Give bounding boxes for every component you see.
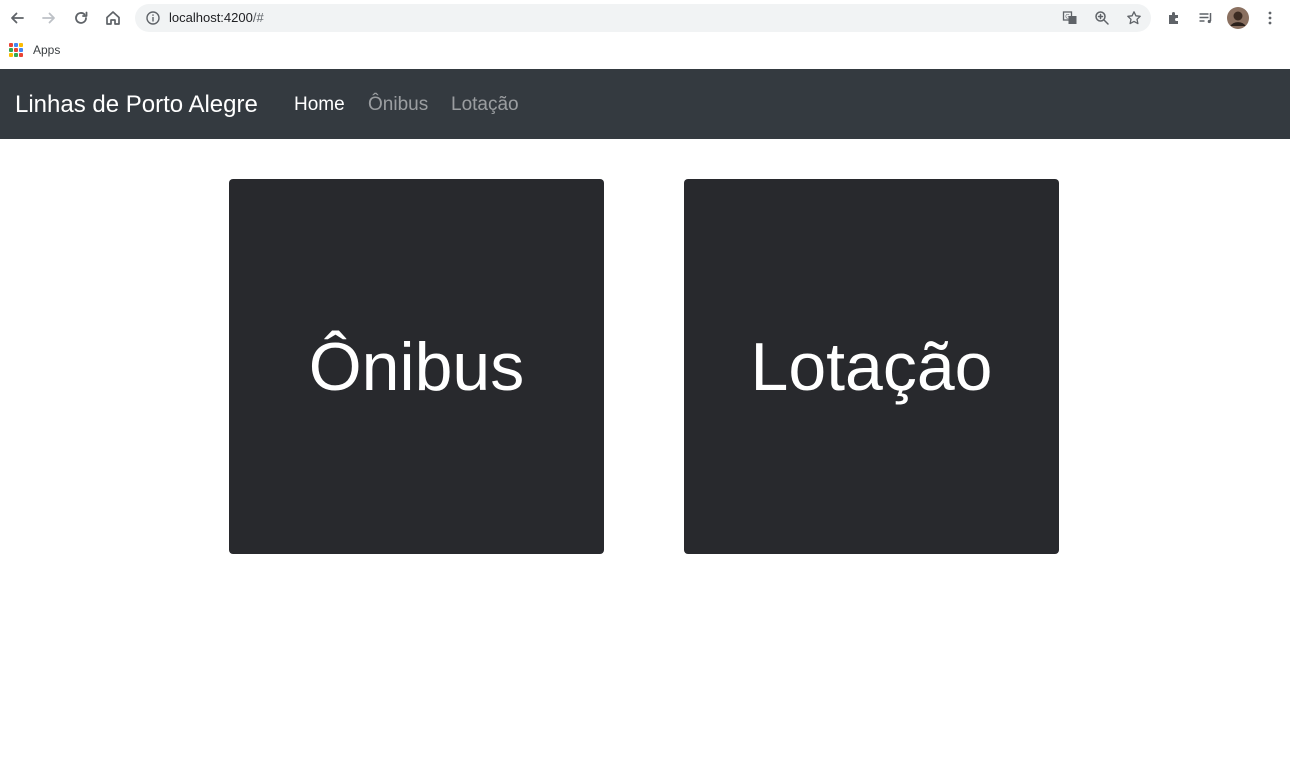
address-bar[interactable]: localhost:4200/# G [135, 4, 1151, 32]
translate-button[interactable]: G [1060, 8, 1080, 28]
browser-menu-button[interactable] [1256, 4, 1284, 32]
forward-button[interactable] [35, 4, 63, 32]
playlist-icon [1199, 13, 1212, 24]
zoom-icon [1095, 11, 1109, 25]
zoom-button[interactable] [1092, 8, 1112, 28]
apps-label: Apps [33, 43, 61, 57]
avatar [1227, 7, 1249, 29]
nav-link-lotacao[interactable]: Lotação [451, 94, 519, 116]
puzzle-icon [1169, 12, 1178, 24]
nav-link-onibus[interactable]: Ônibus [368, 94, 428, 116]
bookmarks-bar: Apps [0, 36, 1290, 69]
card-lotacao[interactable]: Lotação [684, 179, 1059, 554]
url-host: localhost:4200 [169, 10, 253, 25]
home-button[interactable] [99, 4, 127, 32]
svg-text:G: G [1065, 15, 1070, 21]
url-path: /# [252, 10, 264, 25]
media-control-button[interactable] [1192, 4, 1220, 32]
card-title: Lotação [750, 328, 993, 405]
reload-icon [75, 11, 88, 24]
profile-button[interactable] [1224, 4, 1252, 32]
translate-icon: G [1062, 11, 1077, 24]
bookmark-star-button[interactable] [1124, 8, 1144, 28]
navbar: Linhas de Porto Alegre Home Ônibus Lotaç… [0, 69, 1290, 139]
reload-button[interactable] [67, 4, 95, 32]
back-button[interactable] [3, 4, 31, 32]
arrow-right-icon [42, 12, 55, 24]
nav-link-home[interactable]: Home [294, 94, 345, 116]
browser-toolbar: localhost:4200/# G [0, 0, 1290, 36]
card-title: Ônibus [308, 328, 525, 405]
apps-shortcut[interactable]: Apps [9, 42, 60, 58]
url-text[interactable]: localhost:4200/# [169, 10, 264, 26]
apps-grid-icon [9, 43, 23, 57]
home-icon [106, 11, 120, 25]
extensions-button[interactable] [1160, 4, 1188, 32]
navbar-brand[interactable]: Linhas de Porto Alegre [15, 91, 258, 119]
arrow-left-icon [11, 12, 24, 24]
card-onibus[interactable]: Ônibus [229, 179, 604, 554]
info-icon[interactable] [145, 10, 161, 26]
more-vertical-icon [1268, 11, 1272, 25]
star-icon [1127, 11, 1141, 25]
